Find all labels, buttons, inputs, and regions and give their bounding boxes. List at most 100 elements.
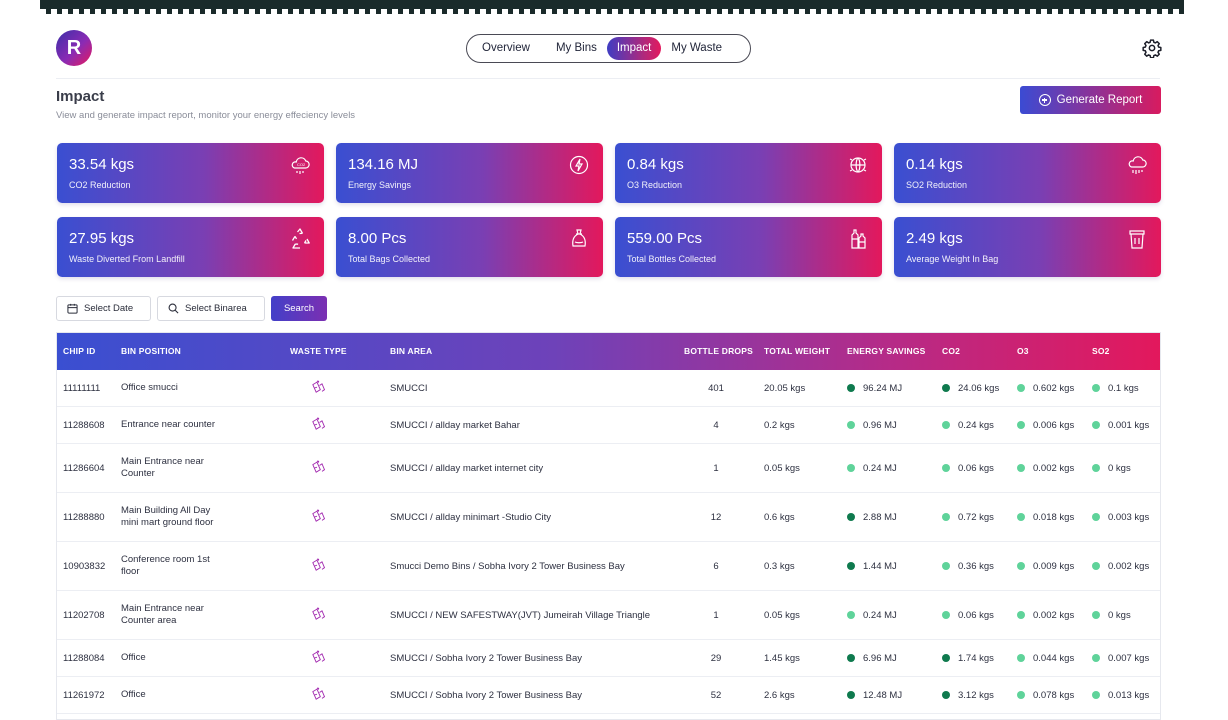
col-bin-position[interactable]: BIN POSITION (121, 333, 181, 370)
col-co2[interactable]: CO2 (942, 333, 960, 370)
status-dot (942, 562, 950, 570)
cell-bin-position: Office (121, 689, 146, 700)
cell-total-weight: 0.3 kgs (764, 560, 795, 572)
status-dot (1017, 384, 1025, 392)
status-dot (847, 513, 855, 521)
cell-so2: 0.007 kgs (1092, 640, 1160, 676)
col-bin-area[interactable]: BIN AREA (390, 333, 432, 370)
cell-total-weight: 0.6 kgs (764, 511, 795, 523)
cell-waste-type (307, 677, 329, 713)
status-dot (942, 654, 950, 662)
stat-card-bags: 8.00 Pcs Total Bags Collected (336, 217, 603, 277)
status-dot (1017, 654, 1025, 662)
cloud-icon: CO2 (291, 157, 310, 174)
energy-icon (569, 155, 589, 175)
table-row[interactable]: 11286604 Main Entrance near Counter SMUCCI … (57, 444, 1160, 493)
tab-overview[interactable]: Overview (472, 37, 540, 60)
cell-chip-id: 11288880 (63, 511, 105, 523)
cell-waste-type (307, 591, 329, 639)
col-bottle-drops[interactable]: BOTTLE DROPS (684, 333, 753, 370)
table-row[interactable]: 10903832 Conference room 1st floor Smucci D… (57, 542, 1160, 591)
status-dot (1092, 464, 1100, 472)
recycle-icon (291, 228, 310, 249)
header-divider (56, 78, 1160, 79)
table-row[interactable]: 11111111 Office smucci SMUCCI 401 20.05 kgs 9… (57, 370, 1160, 407)
cell-waste-type (307, 444, 329, 492)
cell-co2: 24.06 kgs (942, 370, 1022, 406)
col-total-weight[interactable]: TOTAL WEIGHT (764, 333, 830, 370)
status-dot (1017, 421, 1025, 429)
bottle-waste-icon (312, 509, 326, 522)
cell-o3: 0.602 kgs (1017, 370, 1097, 406)
app-logo[interactable]: R (56, 30, 92, 66)
stat-card-bottles: 559.00 Pcs Total Bottles Collected (615, 217, 882, 277)
tab-my-waste[interactable]: My Waste (661, 37, 732, 60)
select-binarea-filter[interactable]: Select Binarea (157, 296, 265, 321)
stat-card-o3: 0.84 kgs O3 Reduction (615, 143, 882, 203)
cell-energy-savings: 0.96 MJ (847, 407, 927, 443)
cell-waste-type (307, 407, 329, 443)
tab-my-bins[interactable]: My Bins (546, 37, 607, 60)
cell-energy-savings: 96.24 MJ (847, 370, 927, 406)
stat-value: 559.00 Pcs (627, 230, 703, 247)
status-dot (942, 384, 950, 392)
cloud-rain-icon (1128, 156, 1147, 174)
stat-card-co2: 33.54 kgs CO2 Reduction CO2 (57, 143, 324, 203)
cell-so2: 0.003 kgs (1092, 493, 1160, 541)
cell-o3: 0.044 kgs (1017, 640, 1097, 676)
cell-waste-type (307, 640, 329, 676)
col-chip-id[interactable]: CHIP ID (63, 333, 95, 370)
cell-so2: 0.013 kgs (1092, 677, 1160, 713)
cell-energy-savings: 2.88 MJ (847, 493, 927, 541)
status-dot (1092, 654, 1100, 662)
cell-bottle-drops: 29 (710, 652, 722, 664)
stat-label: CO2 Reduction (69, 180, 131, 190)
cell-co2: 0.24 kgs (942, 407, 1022, 443)
cell-bottle-drops: 401 (708, 382, 724, 394)
cell-co2: 0.36 kgs (942, 542, 1022, 590)
table-row[interactable]: 11261972 Office SMUCCI / Sobha Ivory 2 Tow… (57, 677, 1160, 714)
cell-bin-area: SMUCCI / Sobha Ivory 2 Tower Business Ba… (390, 689, 583, 701)
generate-report-label: Generate Report (1056, 94, 1143, 106)
bag-icon (572, 229, 586, 247)
col-so2[interactable]: SO2 (1092, 333, 1110, 370)
status-dot (847, 654, 855, 662)
table-row[interactable]: 11288880 Main Building All Day mini mart g… (57, 493, 1160, 542)
cell-bin-position: Office (121, 652, 146, 663)
cell-o3: 0.078 kgs (1017, 677, 1097, 713)
impact-table: CHIP ID BIN POSITION WASTE TYPE BIN AREA… (56, 332, 1161, 720)
select-binarea-label: Select Binarea (185, 303, 247, 314)
table-row[interactable]: 11202708 Main Entrance near Counter area SM… (57, 591, 1160, 640)
table-row[interactable]: 11288084 Office SMUCCI / Sobha Ivory 2 Tow… (57, 640, 1160, 677)
cell-total-weight: 1.45 kgs (764, 652, 800, 664)
status-dot (1017, 691, 1025, 699)
cell-bin-area: SMUCCI / allday market internet city (390, 462, 544, 474)
search-button[interactable]: Search (271, 296, 327, 321)
select-date-filter[interactable]: Select Date (56, 296, 151, 321)
stat-label: Total Bottles Collected (627, 254, 717, 264)
stat-card-avg-weight: 2.49 kgs Average Weight In Bag (894, 217, 1161, 277)
cell-energy-savings: 12.48 MJ (847, 677, 927, 713)
page-subtitle: View and generate impact report, monitor… (56, 110, 356, 121)
page-title: Impact (56, 88, 105, 105)
cell-bin-position: Main Building All Day mini mart ground fl… (121, 505, 214, 528)
col-waste-type[interactable]: WASTE TYPE (290, 333, 347, 370)
table-row[interactable]: 11288608 Entrance near counter SMUCCI / al… (57, 407, 1160, 444)
tab-impact[interactable]: Impact (606, 37, 662, 60)
cell-total-weight: 0.05 kgs (764, 462, 800, 474)
stat-label: Average Weight In Bag (906, 254, 999, 264)
cell-chip-id: 11202708 (63, 609, 105, 621)
cell-so2: 0.001 kgs (1092, 407, 1160, 443)
gear-icon[interactable] (1142, 38, 1162, 58)
col-energy-savings[interactable]: ENERGY SAVINGS (847, 333, 926, 370)
cell-waste-type (307, 493, 329, 541)
stat-label: Waste Diverted From Landfill (69, 254, 185, 264)
search-icon (168, 303, 179, 314)
plus-circle-icon (1038, 94, 1051, 106)
bottle-waste-icon (312, 687, 326, 700)
cell-so2: 0.002 kgs (1092, 542, 1160, 590)
status-dot (1017, 611, 1025, 619)
generate-report-button[interactable]: Generate Report (1020, 86, 1161, 114)
cell-chip-id: 11288608 (63, 419, 105, 431)
col-o3[interactable]: O3 (1017, 333, 1029, 370)
